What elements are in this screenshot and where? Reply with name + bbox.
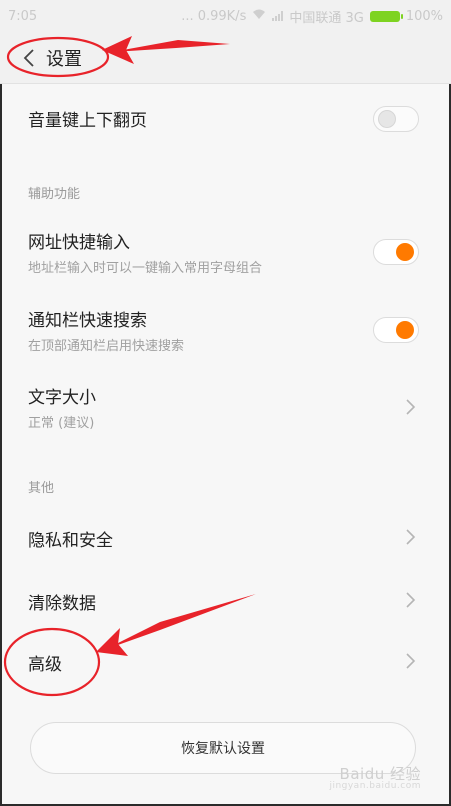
setting-label: 清除数据 (28, 594, 96, 614)
volume-page-toggle[interactable] (373, 106, 419, 132)
setting-description: 在顶部通知栏启用快速搜索 (28, 339, 185, 354)
setting-privacy-security[interactable]: 隐私和安全 (0, 520, 451, 554)
setting-description: 地址栏输入时可以一键输入常用字母组合 (28, 261, 263, 276)
chevron-right-icon (405, 652, 417, 670)
chevron-right-icon (405, 528, 417, 546)
setting-label: 文字大小 (28, 388, 96, 408)
setting-description: 正常 (建议) (28, 416, 95, 431)
setting-advanced[interactable]: 高级 (0, 644, 451, 678)
setting-notification-search[interactable]: 通知栏快速搜索 在顶部通知栏启用快速搜索 (0, 306, 451, 354)
battery-icon (369, 10, 403, 22)
setting-url-quick-input[interactable]: 网址快捷输入 地址栏输入时可以一键输入常用字母组合 (0, 228, 451, 276)
setting-label: 隐私和安全 (28, 531, 113, 551)
status-bar: 7:05 ... 0.99K/s 中国联通 3G 100% (0, 0, 451, 32)
chevron-right-icon (405, 591, 417, 609)
title-bar: 设置 (0, 32, 451, 84)
back-arrow-icon[interactable] (18, 47, 40, 69)
watermark-url: jingyan.baidu.com (329, 781, 421, 791)
notification-search-toggle[interactable] (373, 317, 419, 343)
toggle-knob (378, 110, 396, 128)
setting-clear-data[interactable]: 清除数据 (0, 583, 451, 617)
carrier-name: 中国联通 3G (289, 10, 364, 26)
setting-label: 音量键上下翻页 (28, 111, 147, 131)
signal-icon (272, 11, 284, 21)
section-header-accessibility: 辅助功能 (28, 187, 81, 202)
network-speed: ... 0.99K/s (181, 8, 247, 24)
status-right: ... 0.99K/s 中国联通 3G 100% (181, 7, 443, 26)
setting-label: 通知栏快速搜索 (28, 311, 147, 331)
section-header-other: 其他 (28, 481, 55, 496)
toggle-knob (396, 243, 414, 261)
toggle-knob (396, 321, 414, 339)
url-quick-input-toggle[interactable] (373, 239, 419, 265)
battery-level: 100% (405, 8, 443, 24)
setting-font-size[interactable]: 文字大小 正常 (建议) (0, 383, 451, 431)
wifi-icon (252, 9, 266, 23)
setting-volume-page-turn[interactable]: 音量键上下翻页 (0, 96, 451, 142)
chevron-right-icon (405, 398, 417, 416)
page-title: 设置 (46, 48, 82, 70)
setting-label: 高级 (28, 655, 62, 675)
setting-label: 网址快捷输入 (28, 233, 130, 253)
status-time: 7:05 (8, 8, 38, 24)
watermark: Baidu 经验 jingyan.baidu.com (329, 763, 421, 791)
